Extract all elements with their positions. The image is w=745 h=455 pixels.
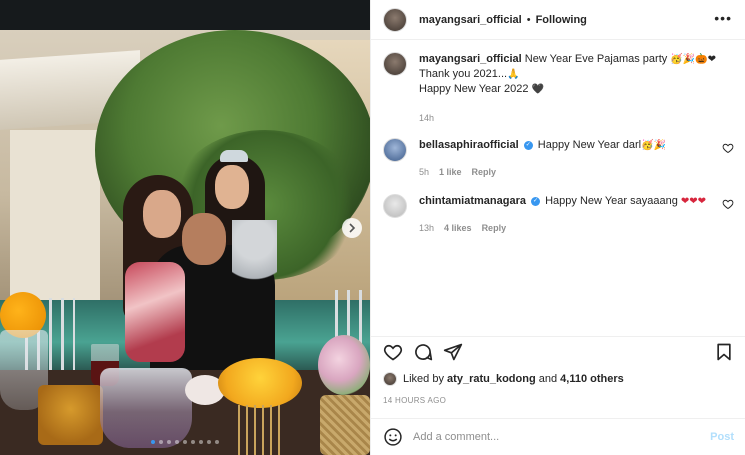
carousel-dot <box>215 440 219 444</box>
likes-and: and <box>538 373 558 385</box>
comment-emoji: ❤❤❤ <box>680 196 707 207</box>
verified-badge-icon: ✓ <box>531 196 541 206</box>
photo-door <box>10 130 100 300</box>
author-avatar[interactable] <box>383 7 407 32</box>
more-horizontal-icon[interactable]: ••• <box>714 11 732 25</box>
carousel-indicator <box>0 440 370 444</box>
caption-meta: 14h <box>419 111 719 126</box>
post-header: mayangsari_official • Following ••• <box>371 0 745 40</box>
add-comment-bar: Post <box>371 418 745 455</box>
save-bookmark-icon[interactable] <box>714 342 734 362</box>
comment-emoji: 🥳🎉 <box>641 140 667 151</box>
caption-line2-emoji: 🙏 <box>507 69 520 80</box>
comment-avatar[interactable] <box>383 194 407 218</box>
comment-time[interactable]: 5h <box>419 165 429 180</box>
post-sidebar: mayangsari_official • Following ••• maya… <box>370 0 745 455</box>
carousel-dot <box>199 440 203 444</box>
comment-bubble-icon[interactable] <box>413 342 433 362</box>
author-username[interactable]: mayangsari_official <box>419 14 522 26</box>
verified-badge-icon: ✓ <box>523 140 533 150</box>
photo-woman-face <box>143 190 181 238</box>
comment-like-heart-icon[interactable] <box>722 142 734 154</box>
comment-like-heart-icon[interactable] <box>722 198 734 210</box>
photo-cake-stand <box>238 405 280 455</box>
comment-reply-button[interactable]: Reply <box>472 165 497 180</box>
caption-avatar[interactable] <box>383 52 407 76</box>
caption-line1-emoji: 🥳🎉🎃❤ <box>670 54 717 65</box>
comment-item: bellasaphiraofficial ✓ Happy New Year da… <box>371 138 745 194</box>
photo-flowers <box>318 335 370 395</box>
caption-time[interactable]: 14h <box>419 111 434 126</box>
emoji-smiley-icon[interactable] <box>383 427 403 447</box>
like-heart-icon[interactable] <box>383 342 403 362</box>
caption-line2: Thank you 2021... <box>419 68 508 80</box>
post-comment-button[interactable]: Post <box>710 431 734 443</box>
caption-line1: New Year Eve Pajamas party <box>524 53 668 65</box>
photo-woman-pajamas <box>125 262 185 362</box>
following-button[interactable]: Following <box>536 14 587 26</box>
liker-avatar[interactable] <box>383 372 397 386</box>
carousel-dot <box>191 440 195 444</box>
comment-likes-count[interactable]: 4 likes <box>444 221 472 236</box>
comment-body: chintamiatmanagara ✓ Happy New Year saya… <box>419 194 719 250</box>
likes-text: Liked by aty_ratu_kodong and 4,110 other… <box>403 373 624 385</box>
liker-username[interactable]: aty_ratu_kodong <box>447 373 536 385</box>
caption-line3-emoji: 🖤 <box>531 84 544 95</box>
carousel-dot <box>151 440 155 444</box>
carousel-dot <box>183 440 187 444</box>
post-photo[interactable] <box>0 0 370 455</box>
comment-time[interactable]: 13h <box>419 221 434 236</box>
likes-summary: Liked by aty_ratu_kodong and 4,110 other… <box>383 372 624 386</box>
comment-meta: 13h 4 likes Reply <box>419 221 719 236</box>
caption: mayangsari_official New Year Eve Pajamas… <box>371 52 745 138</box>
carousel-dot <box>159 440 163 444</box>
carousel-dot <box>167 440 171 444</box>
photo-fruit-cake <box>218 358 302 408</box>
photo-tiara <box>220 150 248 162</box>
carousel-next-button[interactable] <box>342 218 362 238</box>
comments-list: mayangsari_official New Year Eve Pajamas… <box>371 52 745 250</box>
comment-meta: 5h 1 like Reply <box>419 165 719 180</box>
carousel-dot <box>175 440 179 444</box>
caption-body: mayangsari_official New Year Eve Pajamas… <box>419 52 719 138</box>
action-bar <box>371 336 745 364</box>
photo-teddy-bear <box>232 220 277 300</box>
carousel-dot <box>207 440 211 444</box>
comment-text: Happy New Year sayaaang <box>545 195 678 207</box>
post-timestamp[interactable]: 14 HOURS AGO <box>383 396 446 405</box>
photo-man-head <box>182 213 226 265</box>
add-comment-input[interactable] <box>413 431 693 443</box>
likes-others-link[interactable]: 4,110 others <box>560 373 624 385</box>
caption-username[interactable]: mayangsari_official <box>419 53 522 65</box>
caption-line3: Happy New Year 2022 <box>419 83 529 95</box>
photo-snack-bowl <box>38 385 103 445</box>
comment-likes-count[interactable]: 1 like <box>439 165 462 180</box>
comment-username[interactable]: bellasaphiraofficial <box>419 139 519 151</box>
comment-reply-button[interactable]: Reply <box>482 221 507 236</box>
comment-body: bellasaphiraofficial ✓ Happy New Year da… <box>419 138 719 194</box>
comment-username[interactable]: chintamiatmanagara <box>419 195 526 207</box>
photo-girl-face <box>215 165 249 209</box>
photo-basket <box>320 395 370 455</box>
post-modal: mayangsari_official • Following ••• maya… <box>0 0 745 455</box>
chevron-right-icon <box>349 223 356 233</box>
comment-item: chintamiatmanagara ✓ Happy New Year saya… <box>371 194 745 250</box>
comment-avatar[interactable] <box>383 138 407 162</box>
share-paper-plane-icon[interactable] <box>443 342 463 362</box>
photo-glass-jar <box>100 368 192 448</box>
likes-prefix: Liked by <box>403 373 444 385</box>
header-separator: • <box>526 13 531 26</box>
comment-text: Happy New Year darl <box>537 139 642 151</box>
